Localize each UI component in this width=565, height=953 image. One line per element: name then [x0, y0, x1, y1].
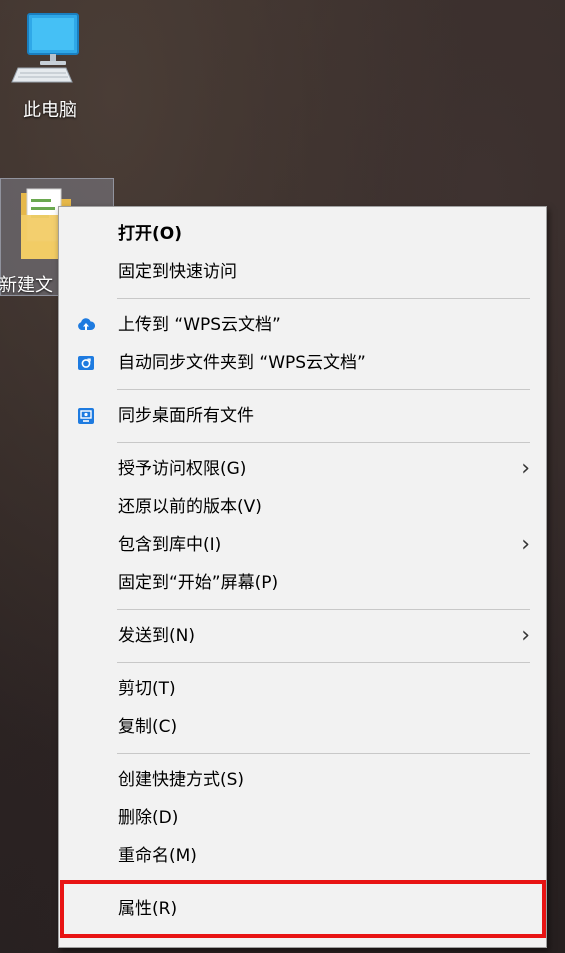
menu-item-label: 属性(R) [118, 899, 178, 919]
cloud-upload-icon [78, 318, 95, 330]
menu-item-label: 打开(O) [118, 224, 182, 244]
menu-separator [117, 442, 530, 443]
menu-item-label: 上传到 “WPS云文档” [118, 315, 281, 335]
menu-item-pin-quick-access[interactable]: 固定到快速访问 [59, 253, 546, 291]
menu-item-label: 发送到(N) [118, 626, 195, 646]
menu-separator [117, 298, 530, 299]
menu-item-label: 创建快捷方式(S) [118, 770, 245, 790]
chevron-right-icon: › [521, 623, 530, 648]
menu-item-label: 重命名(M) [118, 846, 197, 866]
desktop-sync-icon [78, 408, 94, 424]
menu-item-label: 还原以前的版本(V) [118, 497, 262, 517]
menu-item-delete[interactable]: 删除(D) [59, 799, 546, 837]
menu-item-send-to[interactable]: 发送到(N) › [59, 617, 546, 655]
context-menu: 打开(O) 固定到快速访问 上传到 “WPS云文档” 自动同步文件夹到 “WPS… [58, 206, 547, 948]
menu-item-cut[interactable]: 剪切(T) [59, 670, 546, 708]
menu-item-grant-access[interactable]: 授予访问权限(G) › [59, 450, 546, 488]
menu-item-open[interactable]: 打开(O) [59, 215, 546, 253]
chevron-right-icon: › [521, 532, 530, 557]
this-pc-label: 此电脑 [23, 100, 77, 121]
menu-item-auto-sync-wps[interactable]: 自动同步文件夹到 “WPS云文档” [59, 344, 546, 382]
new-file-label: 新建文 [0, 275, 53, 296]
computer-icon [11, 13, 79, 83]
menu-item-label: 自动同步文件夹到 “WPS云文档” [118, 353, 366, 373]
menu-item-rename[interactable]: 重命名(M) [59, 837, 546, 875]
menu-item-include-in-library[interactable]: 包含到库中(I) › [59, 526, 546, 564]
menu-separator [117, 882, 530, 883]
menu-item-label: 同步桌面所有文件 [118, 406, 254, 426]
menu-item-label: 授予访问权限(G) [118, 459, 247, 479]
menu-item-label: 删除(D) [118, 808, 179, 828]
menu-separator [117, 609, 530, 610]
menu-item-create-shortcut[interactable]: 创建快捷方式(S) [59, 761, 546, 799]
menu-separator [117, 753, 530, 754]
menu-item-label: 复制(C) [118, 717, 178, 737]
menu-item-label: 固定到“开始”屏幕(P) [118, 573, 279, 593]
folder-sync-icon [78, 356, 94, 370]
menu-separator [117, 389, 530, 390]
menu-item-restore-versions[interactable]: 还原以前的版本(V) [59, 488, 546, 526]
menu-item-label: 剪切(T) [118, 679, 176, 699]
menu-item-upload-wps[interactable]: 上传到 “WPS云文档” [59, 306, 546, 344]
menu-item-sync-desktop[interactable]: 同步桌面所有文件 [59, 397, 546, 435]
menu-separator [117, 662, 530, 663]
menu-item-label: 固定到快速访问 [118, 262, 237, 282]
menu-item-pin-to-start[interactable]: 固定到“开始”屏幕(P) [59, 564, 546, 602]
menu-item-properties[interactable]: 属性(R) [59, 890, 546, 928]
desktop: 此电脑 新建文 打开(O) 固定到快速访问 上传到 “WPS云文档” 自动同步文… [0, 0, 565, 953]
menu-item-copy[interactable]: 复制(C) [59, 708, 546, 746]
desktop-icon-this-pc[interactable]: 此电脑 [4, 10, 96, 122]
menu-item-label: 包含到库中(I) [118, 535, 222, 555]
chevron-right-icon: › [521, 456, 530, 481]
